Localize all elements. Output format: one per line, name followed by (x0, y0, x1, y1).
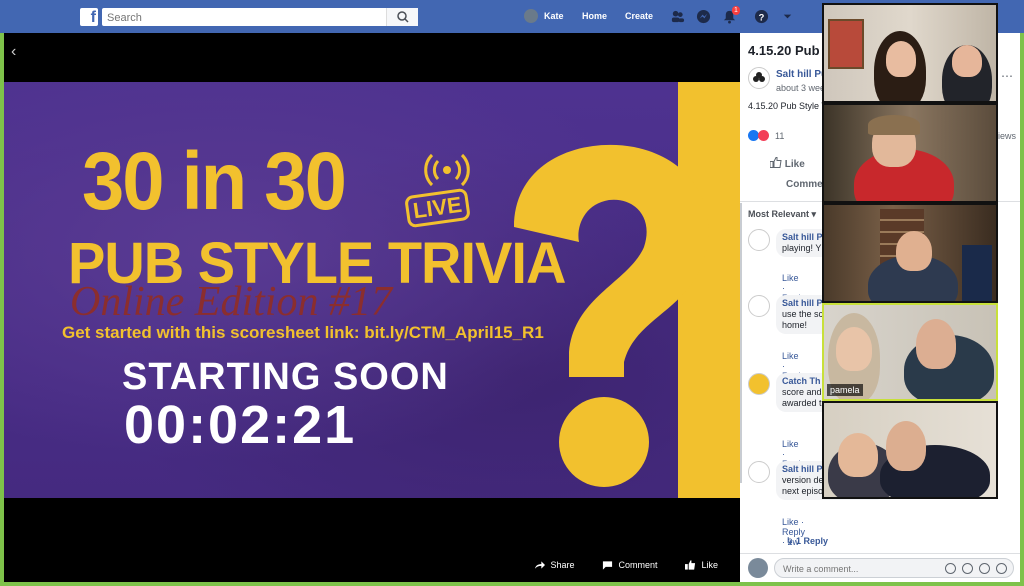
like-button[interactable]: Like (685, 560, 718, 570)
post-description: 4.15.20 Pub Style T (748, 101, 827, 111)
sticker-icon[interactable] (996, 563, 1007, 574)
participant-face (838, 433, 878, 477)
my-avatar (748, 558, 768, 578)
emoji-icon[interactable] (945, 563, 956, 574)
comment-input[interactable] (775, 560, 925, 578)
participant-face (952, 45, 982, 77)
commenter-avatar[interactable] (748, 461, 770, 483)
video-player[interactable]: ‹ 30 in 30 LIVE PUB STYLE TRIVIA Online … (4, 33, 740, 582)
views-count: iews (997, 131, 1016, 141)
help-icon[interactable]: ? (754, 9, 769, 24)
comment-input-wrapper (774, 558, 1014, 578)
back-arrow-icon[interactable]: ‹ (11, 43, 16, 61)
commenter-avatar[interactable] (748, 373, 770, 395)
video-action-bar: Share Comment Like (534, 560, 718, 570)
comment-icon (603, 561, 613, 570)
comment-composer (740, 553, 1020, 582)
participant-tile[interactable] (822, 203, 998, 303)
video-call-gallery: pamela (822, 3, 998, 499)
trivia-poster: 30 in 30 LIVE PUB STYLE TRIVIA Online Ed… (4, 82, 740, 498)
gif-icon[interactable] (979, 563, 990, 574)
sort-dropdown[interactable]: Most Relevant ▾ (748, 209, 816, 220)
profile-link[interactable]: Kate (544, 11, 564, 21)
participant-face (886, 41, 916, 77)
like-label: Like (701, 560, 718, 570)
facebook-logo-icon[interactable]: f (80, 8, 98, 26)
search-icon (397, 11, 409, 23)
edition-text: Online Edition #17 (70, 279, 392, 325)
post-title: 4.15.20 Pub (748, 43, 820, 58)
participant-face (916, 319, 956, 369)
svg-text:?: ? (759, 12, 765, 22)
home-link[interactable]: Home (582, 11, 607, 21)
comment-label: Comment (618, 560, 658, 570)
participant-hair (868, 115, 920, 135)
thumbs-up-icon (685, 560, 696, 570)
composer-icons (945, 563, 1007, 574)
shamrock-logo-icon (753, 72, 765, 82)
scoresheet-link-text: Get started with this scoresheet link: b… (62, 323, 544, 342)
post-like-label: Like (784, 159, 805, 170)
question-mark-graphic (514, 144, 709, 487)
notification-badge: 1 (732, 6, 740, 15)
reaction-count: 11 (775, 130, 785, 141)
office-chair (962, 245, 992, 301)
broadcast-icon (424, 153, 470, 187)
share-button[interactable]: Share (534, 560, 574, 570)
headline-text: 30 in 30 (82, 135, 347, 228)
participant-face (836, 327, 872, 371)
share-label: Share (550, 560, 575, 570)
participant-tile[interactable] (822, 103, 998, 203)
search-button[interactable] (386, 8, 418, 26)
create-link[interactable]: Create (625, 11, 653, 21)
search-box (102, 8, 418, 27)
participant-face (896, 231, 932, 271)
thumbs-up-icon (769, 157, 782, 168)
comment-button[interactable]: Comment (602, 560, 657, 570)
view-replies-link[interactable]: ↳ 1 Reply (786, 536, 828, 547)
user-avatar[interactable] (524, 9, 538, 23)
scrollbar[interactable] (740, 203, 742, 483)
participant-face (886, 421, 926, 471)
starting-soon-text: STARTING SOON (122, 356, 449, 398)
participant-tile[interactable]: pamela (822, 303, 998, 401)
commenter-avatar[interactable] (748, 229, 770, 251)
share-icon (535, 561, 546, 569)
participant-tile[interactable] (822, 3, 998, 103)
post-timestamp[interactable]: about 3 wee (776, 83, 825, 93)
love-reaction-icon (758, 130, 769, 141)
countdown-timer: 00:02:21 (124, 395, 357, 455)
commenter-avatar[interactable] (748, 295, 770, 317)
more-options-icon[interactable]: ⋯ (1001, 69, 1014, 83)
messenger-icon[interactable] (696, 9, 711, 24)
wall-painting (828, 19, 864, 69)
page-avatar[interactable] (748, 67, 770, 89)
reactions-summary[interactable]: 11 (748, 130, 784, 141)
post-like-button[interactable]: Like (769, 157, 805, 170)
page-name-link[interactable]: Salt hill Pu (776, 69, 827, 80)
chevron-down-icon[interactable] (780, 9, 795, 24)
participant-name: pamela (827, 384, 863, 396)
friends-icon[interactable] (670, 9, 685, 24)
participant-tile[interactable] (822, 401, 998, 499)
camera-icon[interactable] (962, 563, 973, 574)
search-input[interactable] (102, 9, 382, 27)
